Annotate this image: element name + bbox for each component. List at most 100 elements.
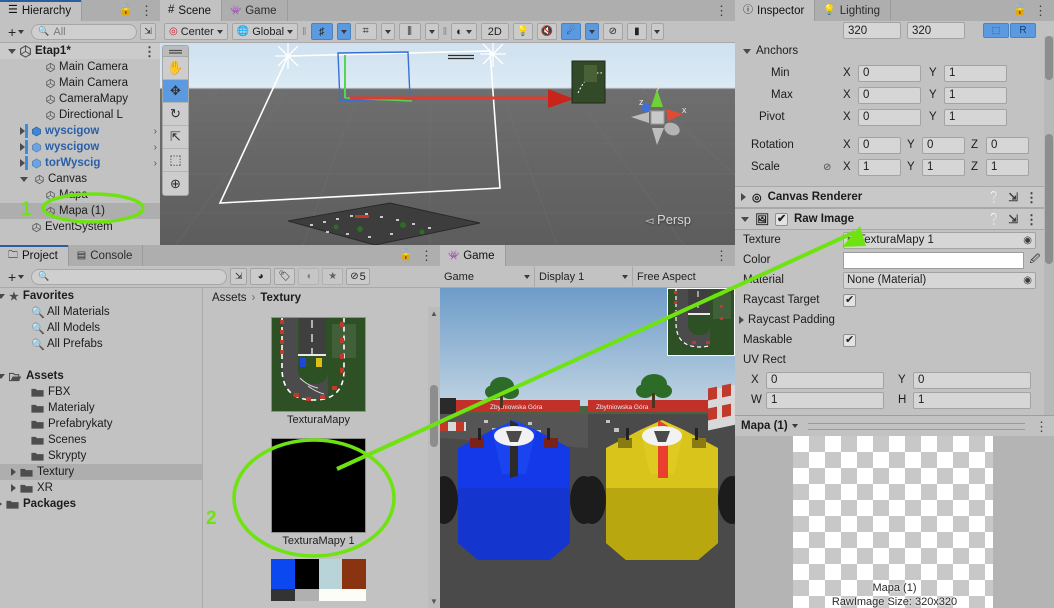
anchor-min-y-field[interactable]: 1 [944, 64, 1007, 82]
tab-project[interactable]: 🗀 Project [0, 245, 69, 266]
breadcrumb-current[interactable]: Textury [260, 292, 301, 304]
scene-visibility-toggle[interactable]: ⊘ [602, 23, 623, 40]
scene-viewport[interactable]: ✋ ✥ ↻ ⇱ ⬚ ⊕ y x z ◅ Persp [160, 43, 735, 245]
asset-texturamapy[interactable]: TexturaMapy [271, 317, 366, 426]
scene-fx-toggle[interactable]: ☄ [560, 23, 581, 40]
grid-options-button[interactable] [336, 23, 351, 40]
component-canvas-renderer[interactable]: ◎ Canvas Renderer ❔ ⇲ ⋮ [735, 186, 1044, 208]
chevron-right-icon[interactable] [11, 484, 16, 492]
tab-hierarchy[interactable]: ☰ Hierarchy [0, 0, 83, 21]
snap-options-button[interactable] [380, 23, 395, 40]
object-picker-icon[interactable]: ◉ [1023, 275, 1032, 286]
hierarchy-item-torwyscig[interactable]: torWyscig › [0, 155, 160, 171]
object-picker-icon[interactable]: ◉ [1023, 235, 1032, 246]
raw-image-enabled-checkbox[interactable] [774, 212, 788, 226]
grid-snap-toggle[interactable]: ♯ [310, 23, 333, 40]
project-tree-item-assets[interactable]: Assets [0, 368, 202, 384]
hierarchy-search-input[interactable]: 🔍 All [31, 23, 137, 40]
scene-orientation-gizmo[interactable]: y x z [621, 81, 693, 153]
asset-grid[interactable]: TexturaMapy TexturaMapy 1 [204, 307, 428, 608]
game-display-dropdown[interactable]: Display 1 [535, 266, 633, 287]
lock-icon[interactable]: 🔓 [119, 5, 133, 16]
transform-tool[interactable]: ⊕ [163, 172, 188, 195]
component-raw-image[interactable]: 🖼 Raw Image ❔ ⇲ ⋮ [735, 208, 1044, 230]
project-add-button[interactable]: + [4, 268, 28, 285]
kebab-menu-icon[interactable]: ⋮ [1025, 213, 1038, 226]
anchor-max-y-field[interactable]: 1 [944, 86, 1007, 104]
chevron-right-icon[interactable] [11, 468, 16, 476]
toggle-2d-button[interactable]: 2D [480, 23, 509, 40]
pivot-x-field[interactable]: 0 [858, 108, 921, 126]
hierarchy-item-canvas[interactable]: Canvas [0, 171, 160, 187]
snap-increment-button[interactable]: ⌗ [354, 23, 377, 40]
pivot-y-field[interactable]: 1 [944, 108, 1007, 126]
scene-audio-toggle[interactable]: 🔇 [536, 23, 557, 40]
raw-edit-mode-button[interactable]: R [1010, 23, 1036, 38]
filter-by-type-button[interactable]: ◖ [298, 268, 320, 285]
hierarchy-filter-button[interactable]: ⇲ [140, 23, 156, 40]
project-tree-item-packages[interactable]: Packages [0, 496, 202, 512]
kebab-menu-icon[interactable]: ⋮ [715, 249, 728, 262]
scene-lighting-toggle[interactable]: 💡 [512, 23, 533, 40]
chevron-down-icon[interactable] [743, 48, 751, 54]
rotation-z-field[interactable]: 0 [986, 136, 1029, 154]
rotate-tool[interactable]: ↻ [163, 103, 188, 126]
filter-by-label-button[interactable]: 🏷 [274, 268, 296, 285]
rotation-x-field[interactable]: 0 [858, 136, 901, 154]
project-tree-item-textury[interactable]: Textury [0, 464, 202, 480]
project-tree-item-favorites[interactable]: ★ Favorites [0, 288, 202, 304]
filter-favorites-button[interactable]: ★ [322, 268, 344, 285]
projection-label-wrap[interactable]: ◅ Persp [645, 212, 691, 227]
uv-x-field[interactable]: 0 [766, 371, 884, 389]
preset-icon[interactable]: ⇲ [1008, 212, 1018, 226]
hierarchy-item-main-camera[interactable]: Main Camera [0, 75, 160, 91]
scene-context-menu-icon[interactable]: ⋮ [143, 45, 156, 58]
pivot-mode-button[interactable]: ◎ Center [164, 23, 228, 40]
rect-width-field[interactable]: 320 [843, 22, 901, 39]
rect-height-field[interactable]: 320 [907, 22, 965, 39]
texture-object-field[interactable]: ▨ TexturaMapy 1 ◉ [843, 231, 1036, 249]
game-viewport[interactable]: Zbytniowska Góra Zbytniowska Góra [440, 288, 735, 608]
scene-overlay-grip-icon[interactable] [448, 54, 474, 60]
project-tree-item-all-materials[interactable]: 🔍 All Materials [0, 304, 202, 320]
preset-icon[interactable]: ⇲ [1008, 190, 1018, 204]
save-search-button[interactable]: ⇲ [230, 268, 248, 285]
preview-drag-handle[interactable] [807, 422, 1025, 430]
scrollbar-thumb[interactable] [1045, 134, 1053, 264]
scrollbar-thumb-top[interactable] [1045, 36, 1053, 80]
scale-y-field[interactable]: 1 [922, 158, 965, 176]
asset-grid-scrollbar[interactable]: ▲ ▼ [428, 307, 440, 608]
chevron-right-icon[interactable] [739, 316, 744, 324]
game-mode-dropdown[interactable]: Game [440, 266, 535, 287]
hierarchy-item-directional-l[interactable]: Directional L [0, 107, 160, 123]
project-tree-item-scenes[interactable]: Scenes [0, 432, 202, 448]
project-tree-item-prefabrykaty[interactable]: Prefabrykaty [0, 416, 202, 432]
uv-h-field[interactable]: 1 [913, 391, 1031, 409]
asset-swatch-row[interactable] [271, 559, 366, 601]
hidden-assets-button[interactable]: ⊘ 5 [346, 268, 370, 285]
hierarchy-item-cameramapy[interactable]: CameraMapy [0, 91, 160, 107]
shading-mode-button[interactable]: ◐ [451, 23, 477, 40]
project-tree-item-all-prefabs[interactable]: 🔍 All Prefabs [0, 336, 202, 352]
anchor-min-x-field[interactable]: 0 [858, 64, 921, 82]
hierarchy-item-wyscigow[interactable]: wyscigow › [0, 139, 160, 155]
kebab-menu-icon[interactable]: ⋮ [715, 4, 728, 17]
kebab-menu-icon[interactable]: ⋮ [1035, 420, 1048, 433]
scrollbar-thumb[interactable] [430, 385, 438, 447]
project-search-input[interactable]: 🔍 [31, 268, 228, 285]
ruler-options-button[interactable] [424, 23, 439, 40]
kebab-menu-icon[interactable]: ⋮ [1025, 191, 1038, 204]
chevron-down-icon[interactable] [0, 373, 5, 379]
material-object-field[interactable]: None (Material) ◉ [843, 271, 1036, 289]
hand-tool[interactable]: ✋ [163, 57, 188, 80]
tool-strip-grip[interactable] [163, 46, 188, 57]
hierarchy-item-wyscigow[interactable]: wyscigow › [0, 123, 160, 139]
help-icon[interactable]: ❔ [987, 190, 1001, 204]
move-tool[interactable]: ✥ [163, 80, 188, 103]
scene-camera-button[interactable]: ▮ [626, 23, 647, 40]
rotation-y-field[interactable]: 0 [922, 136, 965, 154]
chevron-down-icon[interactable] [791, 424, 798, 428]
prefab-open-arrow[interactable]: › [154, 142, 157, 153]
kebab-menu-icon[interactable]: ⋮ [1034, 4, 1047, 17]
link-off-icon[interactable]: ⊘ [823, 162, 843, 173]
